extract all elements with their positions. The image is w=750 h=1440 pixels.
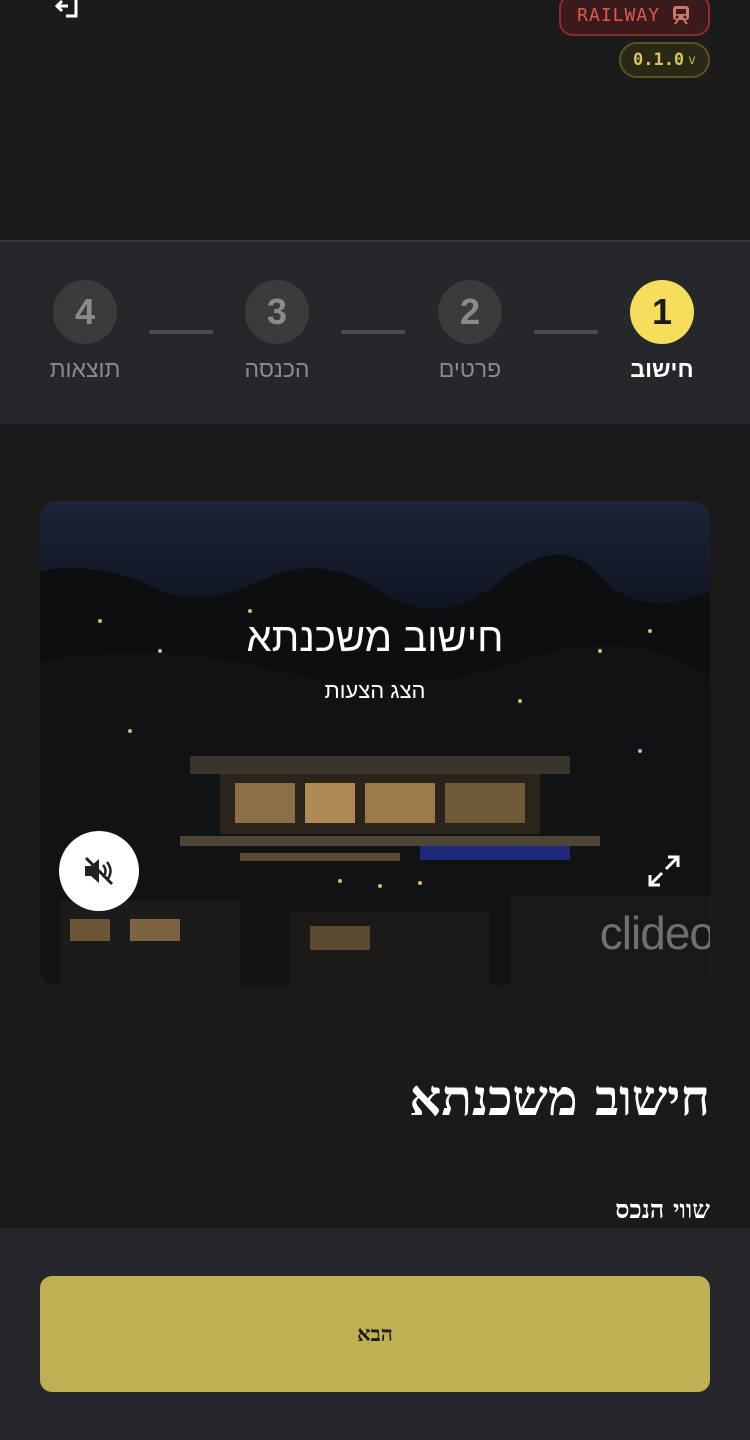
railway-label: RAILWAY: [577, 4, 660, 26]
exit-icon[interactable]: [50, 0, 84, 18]
header: RAILWAY 0.1.0 v: [0, 0, 750, 241]
next-button[interactable]: הבא: [40, 1276, 710, 1392]
step-connector: [534, 330, 598, 334]
video-subtitle: הצג הצעות: [324, 678, 426, 703]
intro-video[interactable]: חישוב משכנתא הצג הצעות clideo: [40, 501, 710, 985]
train-icon: [673, 6, 689, 25]
version-suffix: v: [688, 52, 696, 68]
step-1[interactable]: 1 חישוב: [597, 280, 727, 383]
step-label: הכנסה: [244, 356, 310, 382]
footer-bar: הבא: [0, 1228, 750, 1440]
step-4[interactable]: 4 תוצאות: [20, 280, 150, 383]
step-number: 1: [630, 280, 694, 344]
railway-badge[interactable]: RAILWAY: [559, 0, 710, 36]
property-value-label: שווי הנכס: [615, 1195, 710, 1224]
speaker-muted-icon: [84, 856, 114, 886]
step-number: 4: [53, 280, 117, 344]
step-2[interactable]: 2 פרטים: [405, 280, 535, 383]
progress-stepper: 1 חישוב 2 פרטים 3 הכנסה 4 תוצאות: [0, 240, 750, 424]
page-title: חישוב משכנתא: [409, 1068, 710, 1127]
expand-icon[interactable]: [646, 853, 682, 889]
step-number: 2: [438, 280, 502, 344]
step-label: חישוב: [630, 356, 694, 382]
video-watermark: clideo: [599, 907, 710, 959]
mute-button[interactable]: [59, 831, 139, 911]
step-number: 3: [245, 280, 309, 344]
step-3[interactable]: 3 הכנסה: [212, 280, 342, 383]
step-connector: [341, 330, 405, 334]
version-badge: 0.1.0 v: [618, 42, 710, 78]
video-title: חישוב משכנתא: [246, 616, 504, 660]
step-label: תוצאות: [49, 356, 121, 382]
step-connector: [149, 330, 213, 334]
step-label: פרטים: [438, 356, 502, 382]
version-value: 0.1.0: [632, 50, 685, 70]
